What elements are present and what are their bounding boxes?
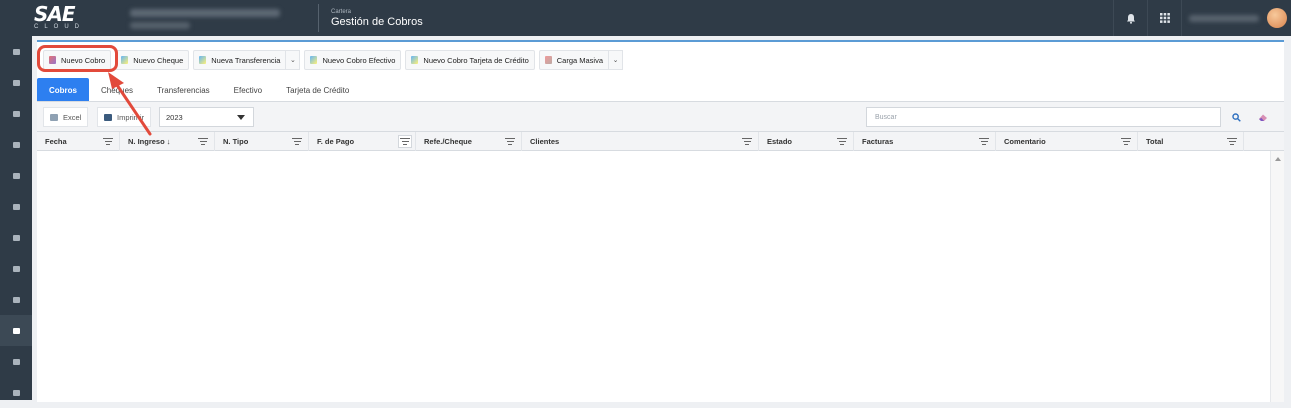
annotation-arrow	[108, 72, 152, 136]
